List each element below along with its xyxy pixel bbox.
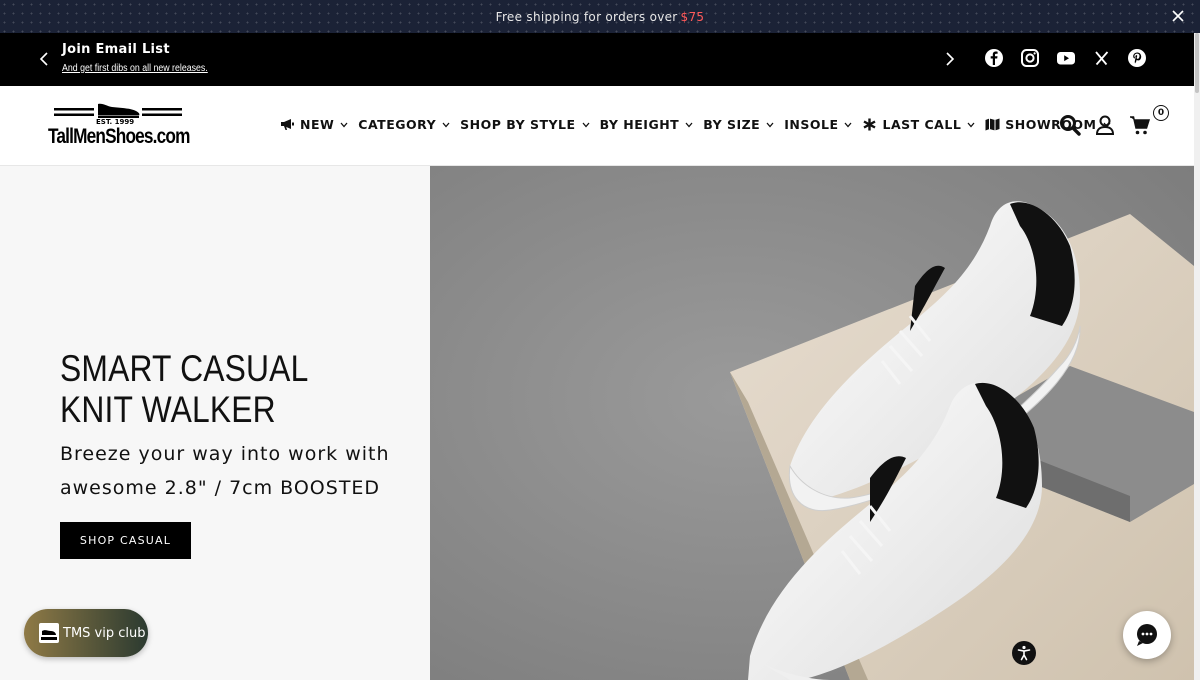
hero-text-panel: SMART CASUAL KNIT WALKER Breeze your way… <box>0 166 430 680</box>
chevron-down-icon <box>967 122 975 127</box>
asterisk-icon <box>863 118 877 131</box>
site-logo[interactable]: EST. 1999 TallMenShoes.com <box>48 101 190 153</box>
vip-club-logo-icon <box>39 623 59 643</box>
accessibility-icon[interactable] <box>1012 641 1036 665</box>
nav-item-insole[interactable]: INSOLE <box>784 117 852 132</box>
nav-item-new[interactable]: NEW <box>280 117 348 132</box>
chevron-down-icon <box>685 122 693 127</box>
nav-item-label: SHOP BY STYLE <box>460 117 576 132</box>
nav-item-label: SHOWROOM <box>1005 117 1097 132</box>
main-navigation: EST. 1999 TallMenShoes.com NEW CATEGORY … <box>0 86 1194 166</box>
facebook-icon[interactable] <box>983 47 1005 69</box>
search-icon[interactable] <box>1059 114 1081 136</box>
shop-casual-button[interactable]: SHOP CASUAL <box>60 522 191 559</box>
nav-item-shop-by-style[interactable]: SHOP BY STYLE <box>460 117 590 132</box>
nav-item-label: NEW <box>300 117 335 132</box>
hero-subtitle: Breeze your way into work with awesome 2… <box>60 443 390 499</box>
chevron-down-icon <box>766 122 774 127</box>
cart-count-badge[interactable]: 0 <box>1153 105 1169 121</box>
chevron-down-icon <box>844 122 852 127</box>
email-list-title[interactable]: Join Email List <box>62 42 170 57</box>
x-twitter-icon[interactable] <box>1091 47 1113 69</box>
chevron-down-icon <box>340 122 348 127</box>
email-list-subtitle[interactable]: And get first dibs on all new releases. <box>62 63 208 74</box>
chevron-down-icon <box>582 122 590 127</box>
nav-item-label: CATEGORY <box>358 117 437 132</box>
vip-club-label: TMS vip club <box>63 625 146 641</box>
nav-item-last-call[interactable]: LAST CALL <box>862 117 975 132</box>
user-account-icon[interactable] <box>1094 114 1116 136</box>
megaphone-icon <box>281 119 294 130</box>
nav-item-label: BY HEIGHT <box>599 117 680 132</box>
youtube-icon[interactable] <box>1055 47 1077 69</box>
logo-wordmark: TallMenShoes.com <box>48 125 190 148</box>
promo-bar: Free shipping for orders over $75 <box>0 0 1200 33</box>
promo-price: $75 <box>680 9 705 24</box>
chevron-right-icon[interactable] <box>940 50 958 68</box>
nav-item-by-size[interactable]: BY SIZE <box>703 117 774 132</box>
hero-title: SMART CASUAL KNIT WALKER <box>60 348 308 430</box>
chevron-left-icon[interactable] <box>36 50 54 68</box>
sneakers-photo <box>430 166 1194 680</box>
chat-icon <box>1137 624 1157 646</box>
vip-club-button[interactable]: TMS vip club <box>24 609 148 657</box>
hero-image[interactable] <box>430 166 1194 680</box>
email-signup-bar: Join Email List And get first dibs on al… <box>0 33 1194 86</box>
promo-text: Free shipping for orders over <box>495 9 678 24</box>
map-icon <box>985 118 1000 131</box>
chat-widget-button[interactable] <box>1123 611 1171 659</box>
shopping-cart-icon[interactable] <box>1129 114 1151 136</box>
shoe-logo-icon <box>54 103 182 118</box>
page-scrollbar[interactable] <box>1194 33 1200 680</box>
nav-menu: NEW CATEGORY SHOP BY STYLE BY HEIGHT BY … <box>280 117 1121 132</box>
nav-item-label: LAST CALL <box>882 117 962 132</box>
nav-item-by-height[interactable]: BY HEIGHT <box>600 117 694 132</box>
nav-item-category[interactable]: CATEGORY <box>358 117 450 132</box>
pinterest-icon[interactable] <box>1126 47 1148 69</box>
nav-item-label: BY SIZE <box>703 117 761 132</box>
chevron-down-icon <box>442 122 450 127</box>
scrollbar-thumb[interactable] <box>1195 33 1199 93</box>
nav-item-showroom[interactable]: SHOWROOM <box>985 117 1110 132</box>
instagram-icon[interactable] <box>1019 47 1041 69</box>
nav-item-label: INSOLE <box>784 117 839 132</box>
close-icon[interactable] <box>1170 8 1186 24</box>
